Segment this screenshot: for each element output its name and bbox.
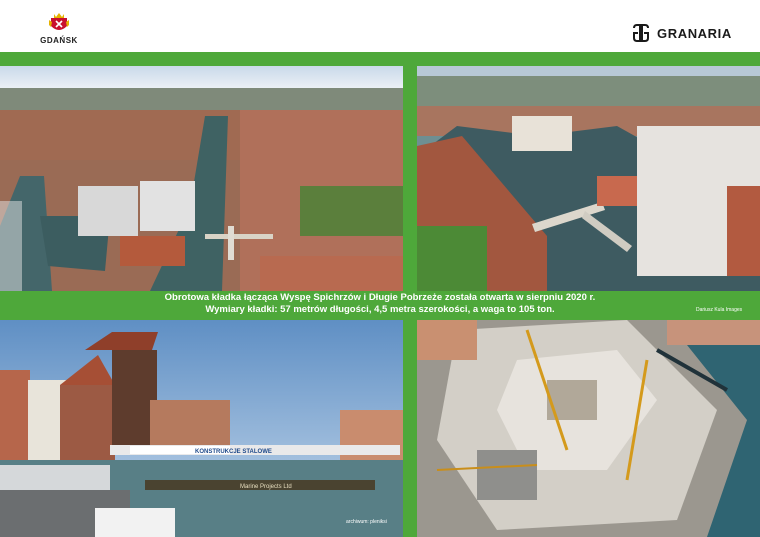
caption-line-2: Wymiary kładki: 57 metrów długości, 4,5 …: [205, 304, 555, 315]
crane-and-bridge-photo: KONSTRUKCJE STALOWE Marine Projects Ltd: [0, 320, 403, 537]
granaria-logo: GRANARIA: [630, 20, 732, 46]
barge-text: Marine Projects Ltd: [240, 484, 292, 490]
photo-credit-bottom: archiwum: pleniksi: [346, 519, 387, 525]
caption: Obrotowa kładka łącząca Wyspę Spichrzów …: [0, 292, 760, 316]
caption-line-1: Obrotowa kładka łącząca Wyspę Spichrzów …: [164, 292, 596, 303]
header: GDAŃSK GRANARIA: [0, 0, 760, 52]
bridge-banner-text: KONSTRUKCJE STALOWE: [195, 449, 272, 455]
gdansk-logo-text: GDAŃSK: [40, 36, 78, 45]
photo-credit-top: Dariusz Kula Images: [696, 307, 743, 313]
aerial-old-town-photo: [0, 66, 403, 291]
construction-site-photo: [417, 320, 760, 537]
gdansk-crest-icon: [49, 13, 69, 30]
granaria-mark-icon: [633, 24, 649, 42]
bridge-aerial-photo: [417, 66, 760, 291]
granaria-logo-text: GRANARIA: [657, 25, 732, 41]
gdansk-logo: GDAŃSK: [34, 12, 84, 48]
